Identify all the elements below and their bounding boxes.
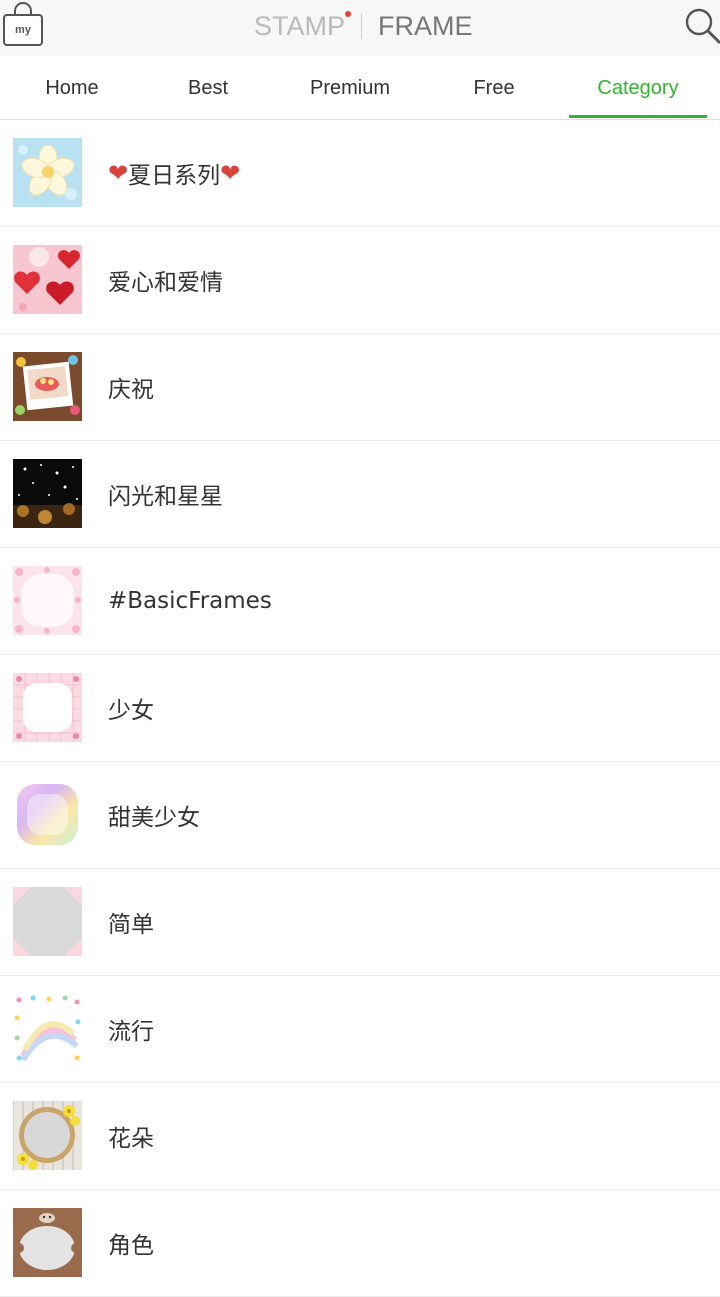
category-label: 简单	[108, 912, 154, 938]
tab-best[interactable]: Best	[136, 58, 280, 118]
search-button[interactable]	[682, 4, 720, 46]
category-label: 角色	[108, 1233, 154, 1259]
list-item[interactable]: 闪光和星星	[0, 441, 720, 548]
hearts-thumbnail	[13, 245, 82, 314]
category-label: 甜美少女	[108, 805, 200, 831]
category-tabs: Home Best Premium Free Category	[0, 58, 720, 120]
heart-icon: ❤	[108, 159, 129, 187]
pink-heart-frame-thumbnail	[13, 566, 82, 635]
category-label: 庆祝	[108, 377, 154, 403]
category-label: ❤ 夏日系列 ❤	[108, 120, 240, 226]
frame-tab-title[interactable]: FRAME	[378, 11, 473, 42]
category-label: #BasicFrames	[108, 588, 272, 614]
list-item[interactable]: 庆祝	[0, 334, 720, 441]
top-bar: my STAMP FRAME	[0, 0, 720, 56]
category-label-text: 夏日系列	[128, 163, 221, 189]
stamp-title-text: STAMP	[254, 10, 346, 41]
pop-rainbow-frame-thumbnail	[13, 994, 82, 1063]
character-frame-thumbnail	[13, 1208, 82, 1277]
sparkles-thumbnail	[13, 459, 82, 528]
stamp-tab-title[interactable]: STAMP	[254, 10, 352, 42]
category-list: ❤ 夏日系列 ❤ 爱心和爱情 庆祝 闪光和星星 #BasicFrames 少女 …	[0, 120, 720, 1297]
pastel-rainbow-thumbnail	[13, 780, 82, 849]
list-item[interactable]: 少女	[0, 655, 720, 762]
list-item[interactable]: 简单	[0, 869, 720, 976]
list-item[interactable]: 花朵	[0, 1083, 720, 1190]
app-title: STAMP FRAME	[254, 8, 473, 44]
category-label: 流行	[108, 1019, 154, 1045]
list-item[interactable]: 爱心和爱情	[0, 227, 720, 334]
tab-home[interactable]: Home	[0, 58, 144, 118]
list-item[interactable]: ❤ 夏日系列 ❤	[0, 120, 720, 227]
list-item[interactable]: 流行	[0, 976, 720, 1083]
pink-grid-frame-thumbnail	[13, 673, 82, 742]
heart-icon: ❤	[220, 159, 241, 187]
celebration-photo-thumbnail	[13, 352, 82, 421]
my-shopping-bag-button[interactable]: my	[0, 2, 46, 48]
title-divider	[361, 13, 363, 39]
tab-free[interactable]: Free	[422, 58, 566, 118]
flower-wreath-thumbnail	[13, 1101, 82, 1170]
my-label: my	[15, 24, 31, 36]
summer-flower-thumbnail	[13, 138, 82, 207]
list-item[interactable]: #BasicFrames	[0, 548, 720, 655]
simple-frame-thumbnail	[13, 887, 82, 956]
category-label: 花朵	[108, 1126, 154, 1152]
search-icon	[685, 8, 720, 45]
new-badge-dot	[345, 10, 352, 17]
tab-category[interactable]: Category	[566, 58, 710, 118]
active-tab-indicator	[569, 115, 707, 118]
category-label: 闪光和星星	[108, 484, 223, 510]
list-item[interactable]: 角色	[0, 1190, 720, 1297]
tab-premium[interactable]: Premium	[278, 58, 422, 118]
list-item[interactable]: 甜美少女	[0, 762, 720, 869]
category-label: 少女	[108, 698, 154, 724]
category-label: 爱心和爱情	[108, 270, 223, 296]
